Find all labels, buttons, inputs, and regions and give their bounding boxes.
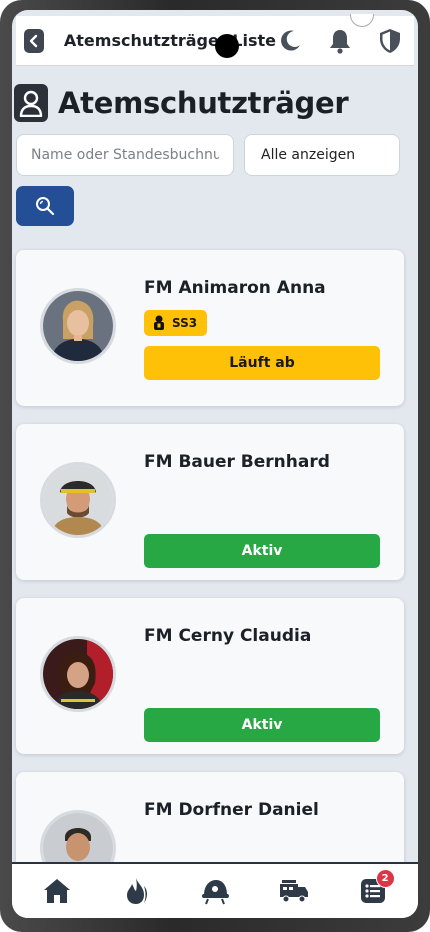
notifications-button[interactable] bbox=[326, 27, 354, 55]
person-card[interactable]: FM Cerny Claudia Aktiv bbox=[16, 598, 404, 754]
nav-personnel[interactable] bbox=[195, 871, 235, 911]
notification-count-badge: 2 bbox=[375, 869, 395, 888]
person-name: FM Animaron Anna bbox=[144, 278, 326, 298]
person-name: FM Dorfner Daniel bbox=[144, 800, 319, 820]
person-name: FM Cerny Claudia bbox=[144, 626, 312, 646]
nav-fire[interactable] bbox=[116, 871, 156, 911]
helmet-icon bbox=[201, 880, 229, 905]
status-filter-value: Alle anzeigen bbox=[261, 147, 356, 163]
status-button[interactable]: Aktiv bbox=[144, 708, 380, 742]
qualification-label: SS3 bbox=[172, 316, 198, 330]
status-filter-select[interactable]: Alle anzeigen bbox=[244, 134, 400, 176]
nav-home[interactable] bbox=[37, 871, 77, 911]
avatar bbox=[40, 288, 116, 364]
status-button[interactable]: Aktiv bbox=[144, 534, 380, 568]
shield-icon bbox=[380, 28, 400, 53]
person-card[interactable]: FM Animaron Anna SS3 Läuft ab bbox=[16, 250, 404, 406]
truck-icon bbox=[279, 880, 308, 903]
person-card[interactable]: FM Bauer Bernhard Aktiv bbox=[16, 424, 404, 580]
breathing-apparatus-icon bbox=[154, 315, 164, 330]
avatar bbox=[40, 462, 116, 538]
phone-frame: Atemschutzträger Liste Atemschutzträger … bbox=[0, 0, 430, 932]
page-header: Atemschutzträger bbox=[14, 84, 349, 122]
avatar bbox=[40, 636, 116, 712]
search-button[interactable] bbox=[16, 186, 74, 226]
bottom-navigation: 2 bbox=[12, 862, 418, 918]
search-icon bbox=[36, 197, 55, 216]
qualification-badge: SS3 bbox=[144, 310, 208, 336]
nav-list[interactable]: 2 bbox=[353, 869, 395, 911]
person-name: FM Bauer Bernhard bbox=[144, 452, 330, 472]
back-icon bbox=[29, 34, 38, 47]
status-button[interactable]: Läuft ab bbox=[144, 346, 380, 380]
app-screen: Atemschutzträger Liste Atemschutzträger … bbox=[12, 10, 418, 918]
search-input[interactable] bbox=[16, 134, 234, 176]
user-icon bbox=[14, 84, 48, 122]
app-bar-title: Atemschutzträger Liste bbox=[63, 31, 276, 50]
page-title: Atemschutzträger bbox=[58, 86, 349, 120]
security-button[interactable] bbox=[376, 27, 404, 55]
front-camera bbox=[215, 34, 239, 58]
dark-mode-toggle[interactable] bbox=[276, 27, 304, 55]
fire-icon bbox=[127, 878, 148, 904]
bell-icon bbox=[330, 29, 350, 54]
back-button[interactable] bbox=[24, 28, 44, 53]
nav-vehicles[interactable] bbox=[274, 871, 314, 911]
app-bar-actions bbox=[276, 27, 404, 55]
moon-icon bbox=[281, 30, 300, 51]
home-icon bbox=[44, 879, 71, 903]
